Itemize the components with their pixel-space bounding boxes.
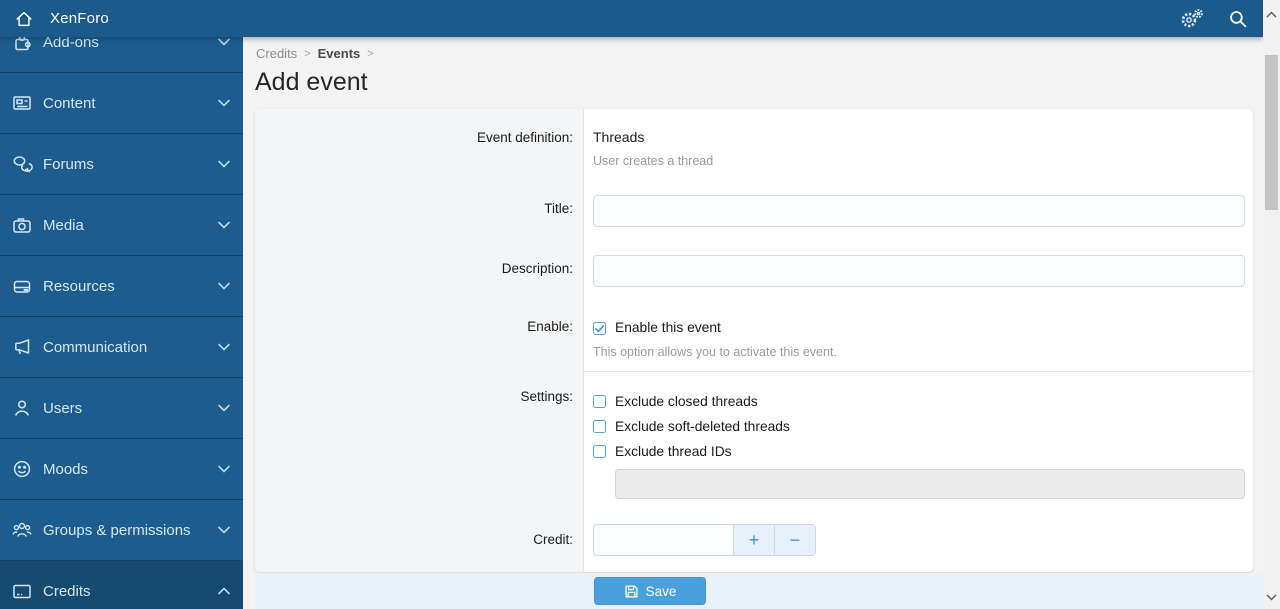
submit-bar: Save bbox=[255, 573, 1263, 609]
chevron-down-icon bbox=[217, 97, 231, 109]
settings-option-row: Exclude soft-deleted threads bbox=[593, 414, 1245, 439]
gears-icon[interactable] bbox=[1179, 6, 1205, 32]
form-row-credit: Credit: + − bbox=[255, 514, 1253, 572]
sidebar-item-label: Groups & permissions bbox=[43, 521, 191, 539]
drive-icon bbox=[10, 274, 34, 298]
credit-input[interactable] bbox=[594, 525, 733, 555]
settings-label: Settings: bbox=[255, 372, 584, 514]
sidebar-item-label: Content bbox=[43, 94, 96, 112]
chat-bubbles-icon bbox=[10, 152, 34, 176]
exclude-thread-ids-label[interactable]: Exclude thread IDs bbox=[615, 444, 732, 459]
exclude-closed-threads-checkbox[interactable] bbox=[593, 395, 606, 408]
breadcrumb-item-events[interactable]: Events bbox=[318, 46, 361, 61]
app-window: Add-ons Content Forums Media Resources C… bbox=[0, 0, 1280, 609]
person-icon bbox=[10, 396, 34, 420]
breadcrumb-separator: > bbox=[304, 47, 311, 60]
page-title: Add event bbox=[255, 68, 368, 96]
people-group-icon bbox=[10, 518, 34, 542]
chevron-down-icon bbox=[217, 341, 231, 353]
settings-option-row: Exclude thread IDs bbox=[593, 439, 1245, 464]
sidebar-item-label: Forums bbox=[43, 155, 94, 173]
save-button[interactable]: Save bbox=[594, 577, 706, 605]
breadcrumb: Credits > Events > bbox=[256, 46, 1263, 61]
chevron-down-icon bbox=[217, 36, 231, 48]
enable-explain: This option allows you to activate this … bbox=[593, 345, 837, 359]
credit-decrement-button[interactable]: − bbox=[774, 525, 815, 555]
chevron-down-icon bbox=[217, 219, 231, 231]
chevron-down-icon bbox=[217, 402, 231, 414]
sidebar-item-label: Moods bbox=[43, 460, 89, 478]
event-definition-value: Threads bbox=[593, 129, 645, 145]
form-row-enable: Enable: Enable this event This option al… bbox=[255, 317, 1253, 372]
form-row-settings: Settings: Exclude closed threads Exclude… bbox=[255, 372, 1253, 514]
sidebar-item-label: Communication bbox=[43, 338, 148, 356]
megaphone-icon bbox=[10, 335, 34, 359]
settings-option-row: Exclude closed threads bbox=[593, 389, 1245, 414]
sidebar-item-resources[interactable]: Resources bbox=[0, 256, 243, 317]
main-content: Credits > Events > Add event Event defin… bbox=[243, 37, 1263, 609]
newspaper-icon bbox=[10, 91, 34, 115]
chevron-down-icon bbox=[217, 280, 231, 292]
form-row-title: Title: bbox=[255, 193, 1253, 253]
chevron-down-icon bbox=[217, 524, 231, 536]
sidebar-item-forums[interactable]: Forums bbox=[0, 134, 243, 195]
exclude-thread-ids-checkbox[interactable] bbox=[593, 445, 606, 458]
title-label: Title: bbox=[255, 193, 584, 253]
sidebar-item-content[interactable]: Content bbox=[0, 73, 243, 134]
add-event-form: Event definition: Threads User creates a… bbox=[255, 109, 1253, 572]
search-icon[interactable] bbox=[1225, 6, 1251, 32]
thread-ids-input[interactable] bbox=[615, 469, 1245, 499]
chevron-down-icon bbox=[217, 463, 231, 475]
scrollbar-thumb[interactable] bbox=[1265, 55, 1278, 210]
scroll-down-arrow[interactable] bbox=[1263, 588, 1280, 605]
sidebar-item-label: Media bbox=[43, 216, 84, 234]
exclude-soft-deleted-threads-label[interactable]: Exclude soft-deleted threads bbox=[615, 419, 790, 434]
enable-checkbox-row: Enable this event bbox=[593, 318, 1245, 338]
form-row-event-definition: Event definition: Threads User creates a… bbox=[255, 109, 1253, 193]
exclude-soft-deleted-threads-checkbox[interactable] bbox=[593, 420, 606, 433]
scrollbar bbox=[1263, 0, 1280, 609]
credit-card-icon bbox=[10, 579, 34, 603]
sidebar-nav: Add-ons Content Forums Media Resources C… bbox=[0, 12, 243, 609]
credit-label: Credit: bbox=[255, 514, 584, 572]
topbar-actions bbox=[1179, 0, 1251, 37]
save-icon bbox=[624, 584, 639, 599]
sidebar-item-label: Credits bbox=[43, 582, 91, 600]
breadcrumb-separator: > bbox=[367, 47, 374, 60]
sidebar-item-communication[interactable]: Communication bbox=[0, 317, 243, 378]
credit-spinner: + − bbox=[593, 524, 816, 556]
title-input[interactable] bbox=[593, 195, 1245, 227]
brand-title[interactable]: XenForo bbox=[50, 10, 109, 27]
scroll-up-arrow[interactable] bbox=[1263, 6, 1280, 23]
event-definition-explain: User creates a thread bbox=[593, 154, 714, 168]
chevron-down-icon bbox=[217, 158, 231, 170]
admin-sidebar: Add-ons Content Forums Media Resources C… bbox=[0, 0, 243, 609]
exclude-closed-threads-label[interactable]: Exclude closed threads bbox=[615, 394, 758, 409]
topbar: XenForo bbox=[0, 0, 1263, 37]
credit-increment-button[interactable]: + bbox=[733, 525, 774, 555]
smiley-icon bbox=[10, 457, 34, 481]
enable-checkbox-label[interactable]: Enable this event bbox=[615, 318, 721, 338]
event-definition-value-cell: Threads User creates a thread bbox=[584, 109, 1253, 193]
sidebar-item-users[interactable]: Users bbox=[0, 378, 243, 439]
camera-icon bbox=[10, 213, 34, 237]
enable-label: Enable: bbox=[255, 317, 584, 372]
home-icon[interactable] bbox=[10, 5, 38, 33]
sidebar-item-moods[interactable]: Moods bbox=[0, 439, 243, 500]
sidebar-item-label: Resources bbox=[43, 277, 115, 295]
form-row-description: Description: bbox=[255, 253, 1253, 317]
description-label: Description: bbox=[255, 253, 584, 317]
enable-checkbox[interactable] bbox=[593, 321, 606, 335]
sidebar-item-groups-permissions[interactable]: Groups & permissions bbox=[0, 500, 243, 561]
sidebar-item-label: Users bbox=[43, 399, 83, 417]
description-input[interactable] bbox=[593, 255, 1245, 287]
save-button-label: Save bbox=[645, 583, 677, 599]
sidebar-item-credits[interactable]: Credits bbox=[0, 561, 243, 609]
sidebar-item-media[interactable]: Media bbox=[0, 195, 243, 256]
breadcrumb-item-credits[interactable]: Credits bbox=[256, 46, 297, 61]
event-definition-label: Event definition: bbox=[255, 109, 584, 193]
chevron-up-icon bbox=[217, 585, 231, 597]
